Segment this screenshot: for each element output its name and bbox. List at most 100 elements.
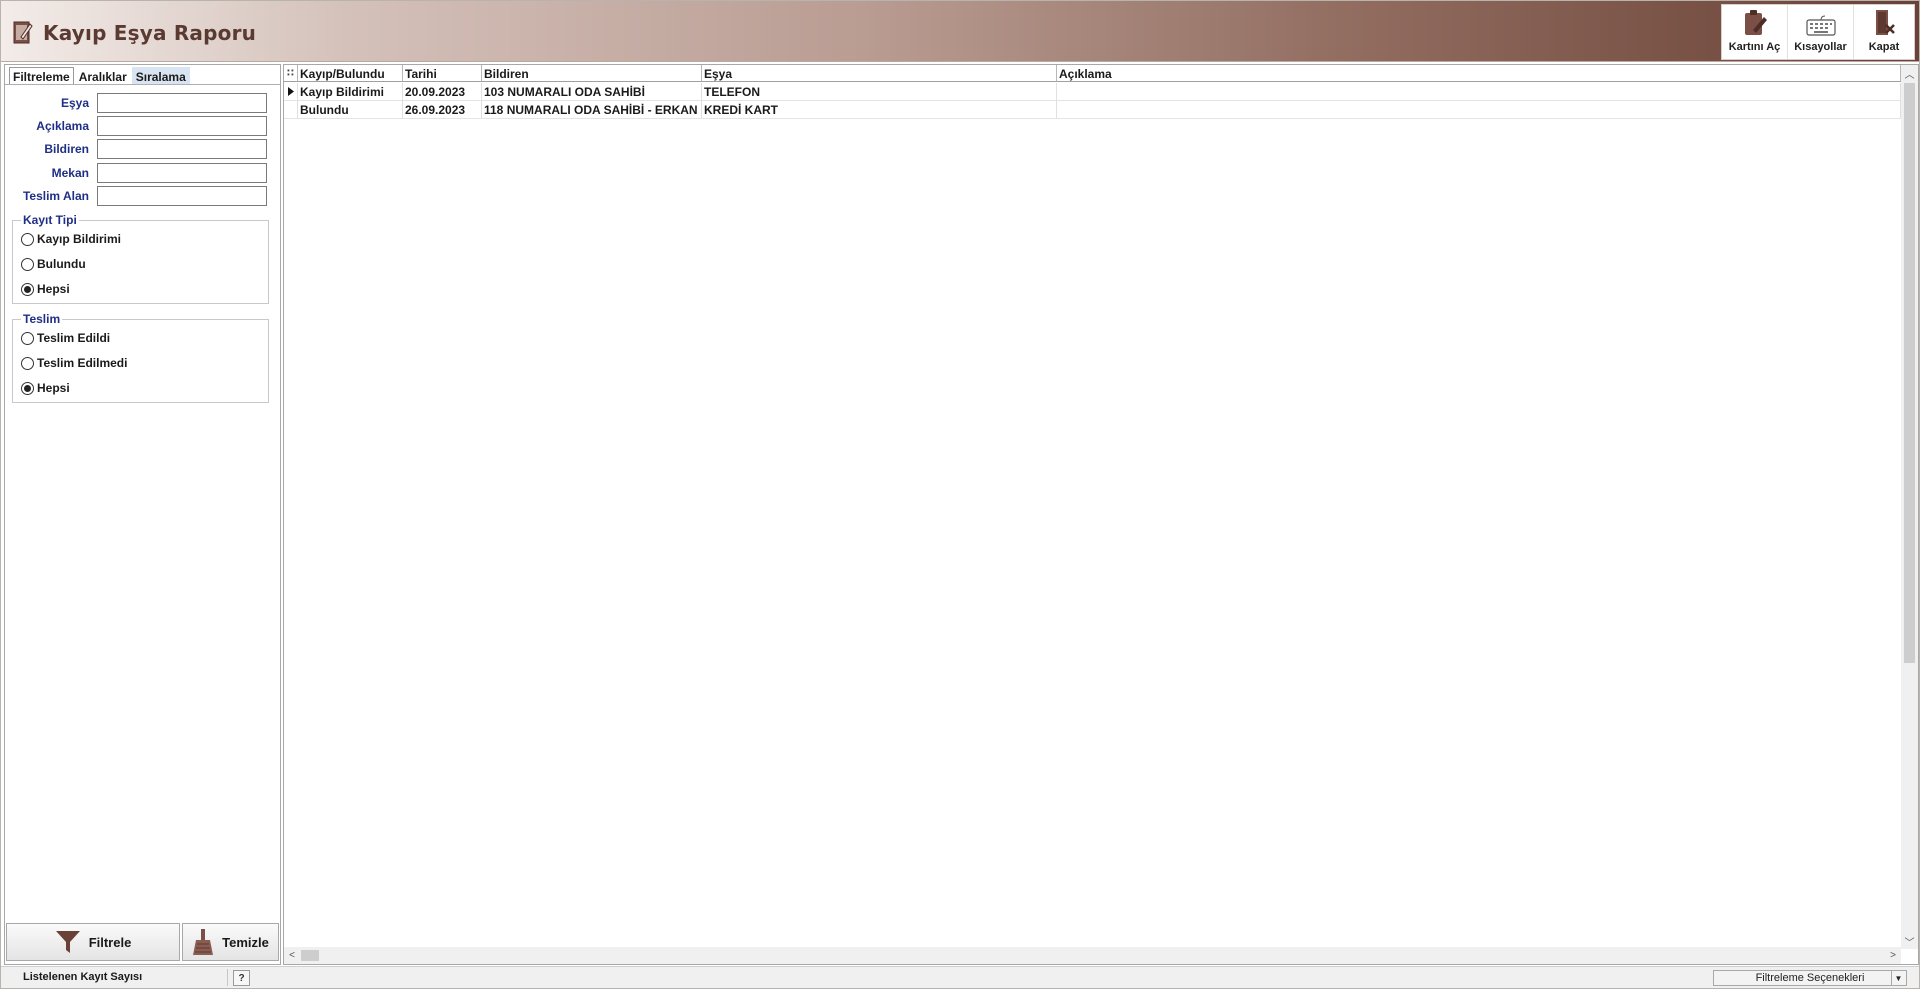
- esya-input[interactable]: [97, 93, 267, 113]
- header-bar: Kayıp Eşya Raporu Kartını Aç Kısayollar …: [1, 1, 1919, 62]
- table-row[interactable]: Kayıp Bildirimi 20.09.2023 103 NUMARALI …: [284, 83, 1901, 101]
- radio-label: Bulundu: [37, 257, 86, 271]
- column-header-aciklama[interactable]: Açıklama: [1057, 65, 1901, 81]
- radio-teslim-edildi[interactable]: Teslim Edildi: [21, 330, 110, 346]
- cell-reporter[interactable]: 118 NUMARALI ODA SAHİBİ - ERKAN TÜ: [482, 101, 702, 118]
- cell-type[interactable]: Bulundu: [298, 101, 403, 118]
- radio-hepsi-teslim[interactable]: Hepsi: [21, 380, 70, 396]
- scroll-left-icon[interactable]: <: [284, 947, 300, 964]
- filter-label: Filtrele: [88, 934, 132, 950]
- status-divider: [227, 969, 228, 986]
- column-header-bildiren[interactable]: Bildiren: [482, 65, 702, 81]
- field-teslim-alan: Teslim Alan: [5, 186, 275, 206]
- bildiren-input[interactable]: [97, 139, 267, 159]
- clear-label: Temizle: [222, 934, 269, 950]
- dropdown-arrow-icon[interactable]: ▼: [1891, 971, 1905, 985]
- teslim-alan-label: Teslim Alan: [22, 189, 89, 203]
- cell-date[interactable]: 26.09.2023: [403, 101, 482, 118]
- radio-circle[interactable]: [21, 232, 34, 246]
- cell-description[interactable]: [1057, 83, 1901, 100]
- cell-date[interactable]: 20.09.2023: [403, 83, 482, 100]
- field-bildiren: Bildiren: [5, 139, 275, 159]
- radio-hepsi-kayit[interactable]: Hepsi: [21, 281, 70, 297]
- results-grid: ∷ Kayıp/Bulundu Tarihi Bildiren Eşya Açı…: [283, 64, 1919, 965]
- status-bar: Listelenen Kayıt Sayısı ? Filtreleme Seç…: [1, 966, 1919, 988]
- delivery-title: Teslim: [21, 312, 63, 326]
- column-header-kayip-bulundu[interactable]: Kayıp/Bulundu: [298, 65, 403, 81]
- radio-circle[interactable]: [21, 331, 34, 345]
- close-door-icon: [1876, 10, 1895, 35]
- delivery-group: Teslim Teslim Edildi Teslim Edilmedi Hep…: [12, 312, 269, 403]
- field-esya: Eşya: [5, 93, 275, 113]
- grid-header: ∷ Kayıp/Bulundu Tarihi Bildiren Eşya Açı…: [284, 65, 1901, 82]
- filter-panel: Filtreleme Aralıklar Sıralama Eşya Açıkl…: [4, 64, 281, 965]
- mekan-label: Mekan: [51, 166, 89, 180]
- radio-label: Teslim Edildi: [37, 331, 111, 345]
- filter-options-dropdown[interactable]: Filtreleme Seçenekleri ▼: [1713, 970, 1907, 986]
- scroll-right-icon[interactable]: >: [1885, 947, 1901, 964]
- page-title: Kayıp Eşya Raporu: [43, 21, 257, 45]
- table-row[interactable]: Bulundu 26.09.2023 118 NUMARALI ODA SAHİ…: [284, 101, 1901, 119]
- column-header-tarihi[interactable]: Tarihi: [403, 65, 482, 81]
- row-indicator-icon: [284, 83, 298, 100]
- clipboard-edit-icon: [1744, 10, 1767, 35]
- toolbar: Kartını Aç Kısayollar Kapat: [1721, 4, 1915, 60]
- radio-circle-selected[interactable]: [21, 282, 34, 296]
- radio-label: Teslim Edilmedi: [37, 356, 128, 370]
- close-label: Kapat: [1868, 41, 1900, 53]
- keyboard-icon: [1805, 15, 1836, 36]
- tab-filtreleme[interactable]: Filtreleme: [9, 67, 74, 85]
- clear-button[interactable]: Temizle: [182, 923, 279, 961]
- radio-teslim-edilmedi[interactable]: Teslim Edilmedi: [21, 355, 127, 371]
- field-mekan: Mekan: [5, 163, 275, 183]
- app-window: Kayıp Eşya Raporu Kartını Aç Kısayollar …: [0, 0, 1920, 989]
- radio-label: Hepsi: [37, 381, 70, 395]
- radio-kayip-bildirimi[interactable]: Kayıp Bildirimi: [21, 231, 121, 247]
- report-edit-icon: [13, 21, 33, 44]
- cell-description[interactable]: [1057, 101, 1901, 118]
- record-count-label: Listelenen Kayıt Sayısı: [23, 971, 143, 983]
- cell-reporter[interactable]: 103 NUMARALI ODA SAHİBİ: [482, 83, 702, 100]
- funnel-icon: [55, 931, 80, 953]
- radio-circle[interactable]: [21, 356, 34, 370]
- horizontal-scroll-thumb[interactable]: [301, 950, 319, 961]
- horizontal-scrollbar[interactable]: < >: [284, 947, 1901, 964]
- column-header-esya[interactable]: Eşya: [702, 65, 1057, 81]
- bildiren-label: Bildiren: [44, 142, 89, 156]
- tab-siralama[interactable]: Sıralama: [131, 67, 190, 85]
- shortcuts-button[interactable]: Kısayollar: [1788, 5, 1854, 59]
- scroll-down-icon[interactable]: ﹀: [1901, 933, 1918, 949]
- close-button[interactable]: Kapat: [1854, 5, 1914, 59]
- mekan-input[interactable]: [97, 163, 267, 183]
- filter-options-label: Filtreleme Seçenekleri: [1755, 972, 1865, 984]
- vertical-scrollbar[interactable]: ︿ ﹀: [1901, 65, 1918, 949]
- filter-tabs: Filtreleme Aralıklar Sıralama: [9, 67, 191, 85]
- radio-circle[interactable]: [21, 257, 34, 271]
- open-card-button[interactable]: Kartını Aç: [1722, 5, 1788, 59]
- shortcuts-label: Kısayollar: [1794, 41, 1847, 53]
- cell-item[interactable]: KREDİ KART: [702, 101, 1057, 118]
- radio-label: Kayıp Bildirimi: [37, 232, 122, 246]
- cell-type[interactable]: Kayıp Bildirimi: [298, 83, 403, 100]
- filter-actions: Filtrele Temizle: [6, 923, 279, 963]
- teslim-alan-input[interactable]: [97, 186, 267, 206]
- aciklama-label: Açıklama: [36, 119, 89, 133]
- help-button[interactable]: ?: [233, 970, 250, 986]
- record-type-group: Kayıt Tipi Kayıp Bildirimi Bulundu Hepsi: [12, 213, 269, 304]
- radio-bulundu[interactable]: Bulundu: [21, 256, 86, 272]
- record-type-title: Kayıt Tipi: [21, 213, 79, 227]
- column-chooser-icon[interactable]: ∷: [284, 65, 298, 81]
- filter-button[interactable]: Filtrele: [6, 923, 180, 961]
- radio-circle-selected[interactable]: [21, 381, 34, 395]
- field-aciklama: Açıklama: [5, 116, 275, 136]
- vertical-scroll-thumb[interactable]: [1904, 83, 1915, 663]
- tab-divider: [5, 84, 280, 85]
- broom-icon: [193, 929, 214, 955]
- aciklama-input[interactable]: [97, 116, 267, 136]
- esya-label: Eşya: [60, 96, 89, 110]
- cell-item[interactable]: TELEFON: [702, 83, 1057, 100]
- radio-label: Hepsi: [37, 282, 70, 296]
- tab-araliklar[interactable]: Aralıklar: [75, 67, 131, 85]
- row-indicator-empty: [284, 101, 298, 118]
- scroll-up-icon[interactable]: ︿: [1901, 65, 1918, 81]
